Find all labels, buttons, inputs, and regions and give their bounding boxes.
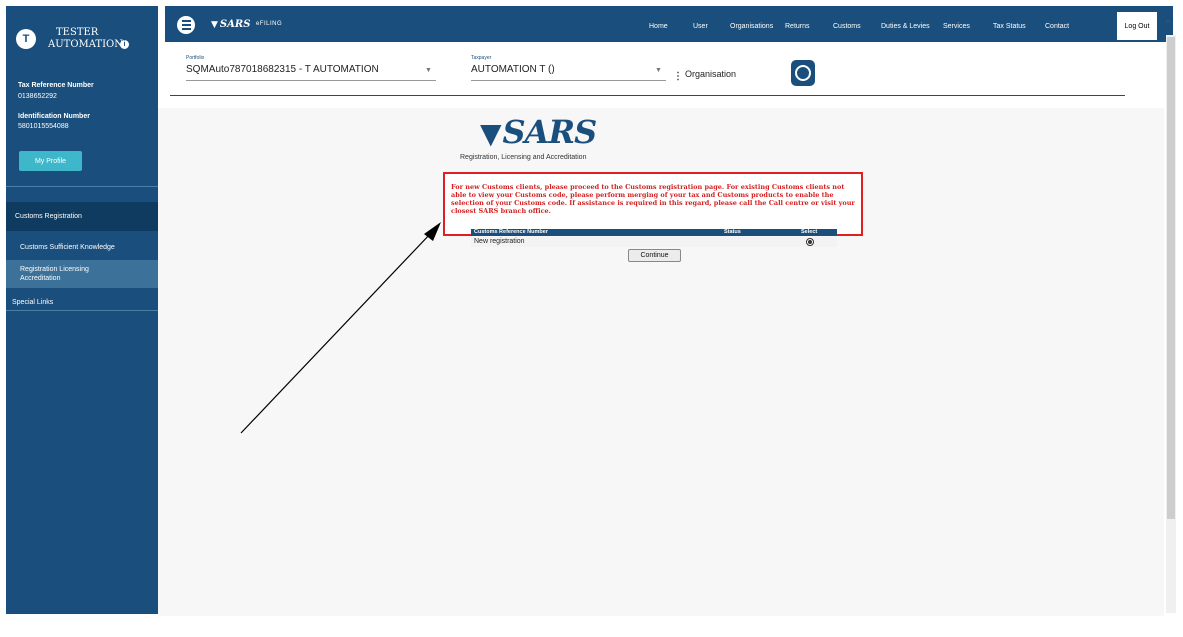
annotation-arrow (240, 222, 441, 434)
